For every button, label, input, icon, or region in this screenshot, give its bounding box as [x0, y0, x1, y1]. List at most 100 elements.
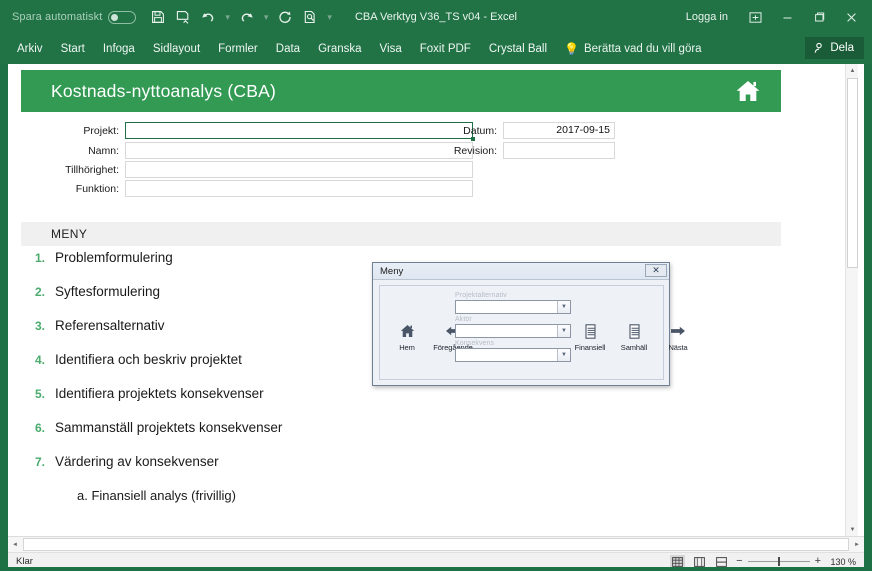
- form-row-datum: Datum: 2017-09-15: [441, 122, 615, 139]
- document-title-text: CBA Verktyg V36_TS v04 - Excel: [354, 11, 518, 23]
- dialog-combo-aktor[interactable]: ▼: [455, 324, 571, 338]
- chevron-down-icon[interactable]: ▼: [557, 325, 570, 337]
- label-revision: Revision:: [453, 144, 497, 157]
- list-item-label: Referensalternativ: [55, 318, 165, 333]
- ribbon-tab-foxit-pdf[interactable]: Foxit PDF: [411, 39, 480, 59]
- dialog-home-button[interactable]: Hem: [390, 322, 424, 352]
- ribbon-tab-start[interactable]: Start: [52, 39, 94, 59]
- customize-qat-icon[interactable]: ▾: [327, 12, 332, 23]
- zoom-slider-thumb[interactable]: [777, 557, 780, 566]
- ribbon-tab-crystal-ball[interactable]: Crystal Ball: [480, 39, 556, 59]
- chevron-down-icon[interactable]: ▼: [557, 349, 570, 361]
- ribbon-tab-arkiv[interactable]: Arkiv: [8, 39, 52, 59]
- ribbon-tab-data[interactable]: Data: [267, 39, 309, 59]
- dialog-field-label: Konsekvens: [455, 340, 495, 347]
- zoom-level-label[interactable]: 130 %: [828, 557, 856, 567]
- scroll-right-icon[interactable]: ►: [850, 538, 864, 552]
- dialog-title-bar[interactable]: Meny ✕: [373, 263, 669, 280]
- page-banner: Kostnads-nyttoanalys (CBA): [21, 70, 781, 112]
- list-item[interactable]: a. Finansiell analys (frivillig): [21, 488, 541, 522]
- redo-dropdown-icon[interactable]: ▾: [264, 12, 269, 23]
- input-revision[interactable]: [503, 142, 615, 159]
- list-item-label: Värdering av konsekvenser: [55, 454, 219, 469]
- horizontal-scroll-thumb[interactable]: [23, 538, 849, 551]
- sign-in-button[interactable]: Logga in: [686, 11, 728, 23]
- lightbulb-icon: 💡: [564, 42, 579, 56]
- close-icon[interactable]: [836, 4, 866, 30]
- dialog-right-buttons: Finansiell Samhäll Nästa: [573, 322, 695, 352]
- input-funktion[interactable]: [125, 180, 473, 197]
- list-item-number: 6.: [34, 421, 45, 435]
- ribbon-tab-sidlayout[interactable]: Sidlayout: [144, 39, 209, 59]
- vertical-scrollbar[interactable]: ▲ ▼: [845, 64, 858, 536]
- list-item[interactable]: 6. Sammanställ projektets konsekvenser: [21, 420, 541, 454]
- meny-dialog[interactable]: Meny ✕ Hem Föregående Projektalternativ …: [372, 262, 688, 386]
- title-bar-right: Logga in: [686, 0, 872, 34]
- share-label: Dela: [830, 42, 854, 54]
- title-bar: Spara automatiskt ▾ ▾ ▾ CBA Verktyg V36_…: [0, 0, 872, 34]
- input-namn[interactable]: [125, 142, 473, 159]
- ribbon-tab-formler[interactable]: Formler: [209, 39, 267, 59]
- list-item-label: Sammanställ projektets konsekvenser: [55, 420, 283, 435]
- zoom-control[interactable]: − +: [736, 556, 821, 567]
- undo-icon[interactable]: [200, 9, 216, 25]
- list-item-number: 7.: [34, 455, 45, 469]
- autosave-toggle-group[interactable]: Spara automatiskt: [12, 10, 137, 24]
- scroll-down-icon[interactable]: ▼: [846, 523, 859, 536]
- menu-heading-text: MENY: [51, 227, 88, 241]
- close-icon[interactable]: ✕: [645, 264, 667, 277]
- list-item-label: Identifiera projektets konsekvenser: [55, 386, 264, 401]
- minimize-icon[interactable]: [772, 4, 802, 30]
- list-item-number: 5.: [34, 387, 45, 401]
- list-item[interactable]: 7. Värdering av konsekvenser: [21, 454, 541, 488]
- tell-me-label: Berätta vad du vill göra: [583, 43, 702, 55]
- input-projekt[interactable]: [125, 122, 475, 141]
- dialog-title: Meny: [380, 265, 404, 277]
- dialog-fields: Projektalternativ ▼ Aktör ▼ Konsekvens ▼: [455, 292, 571, 364]
- horizontal-scrollbar[interactable]: ◄ ►: [8, 536, 864, 552]
- dialog-samhall-button[interactable]: Samhäll: [617, 322, 651, 352]
- dialog-combo-konsekvens[interactable]: ▼: [455, 348, 571, 362]
- autosave-label: Spara automatiskt: [12, 11, 103, 23]
- dialog-combo-projektalternativ[interactable]: ▼: [455, 300, 571, 314]
- list-item-number: 1.: [34, 251, 45, 265]
- label-tillhorighet: Tillhörighet:: [65, 163, 119, 176]
- report-icon: [584, 322, 596, 340]
- list-item-number: 3.: [34, 319, 45, 333]
- ribbon-display-options-icon[interactable]: [740, 4, 770, 30]
- zoom-out-button[interactable]: −: [736, 556, 742, 567]
- ribbon-tab-visa[interactable]: Visa: [371, 39, 411, 59]
- dialog-next-button[interactable]: Nästa: [661, 322, 695, 352]
- home-icon[interactable]: [735, 79, 761, 104]
- zoom-slider[interactable]: [747, 557, 810, 566]
- chevron-down-icon[interactable]: ▼: [557, 301, 570, 313]
- arrow-right-icon: [670, 322, 686, 340]
- scroll-left-icon[interactable]: ◄: [8, 538, 22, 552]
- tell-me-search[interactable]: 💡 Berätta vad du vill göra: [564, 43, 702, 55]
- dialog-finansiell-label: Finansiell: [574, 343, 606, 352]
- save-as-icon[interactable]: [175, 9, 191, 25]
- scroll-up-icon[interactable]: ▲: [846, 64, 859, 77]
- input-datum[interactable]: 2017-09-15: [503, 122, 615, 139]
- label-namn: Namn:: [88, 144, 119, 157]
- print-preview-icon[interactable]: [302, 9, 318, 25]
- ribbon-tab-granska[interactable]: Granska: [309, 39, 370, 59]
- list-item-label: a. Finansiell analys (frivillig): [77, 488, 236, 503]
- list-item-number: 4.: [34, 353, 45, 367]
- list-item[interactable]: 5. Identifiera projektets konsekvenser: [21, 386, 541, 420]
- refresh-icon[interactable]: [277, 9, 293, 25]
- save-icon[interactable]: [150, 9, 166, 25]
- undo-dropdown-icon[interactable]: ▾: [225, 12, 230, 23]
- window-left-border: [0, 64, 4, 571]
- ribbon-tab-infoga[interactable]: Infoga: [94, 39, 144, 59]
- dialog-finansiell-button[interactable]: Finansiell: [573, 322, 607, 352]
- zoom-in-button[interactable]: +: [815, 556, 821, 567]
- redo-icon[interactable]: [239, 9, 255, 25]
- vertical-scroll-thumb[interactable]: [847, 78, 858, 268]
- list-item-label: Problemformulering: [55, 250, 173, 265]
- window-bottom-border: [0, 567, 872, 571]
- autosave-toggle[interactable]: [108, 10, 137, 24]
- share-button[interactable]: Dela: [805, 37, 864, 59]
- input-tillhorighet[interactable]: [125, 161, 473, 178]
- restore-icon[interactable]: [804, 4, 834, 30]
